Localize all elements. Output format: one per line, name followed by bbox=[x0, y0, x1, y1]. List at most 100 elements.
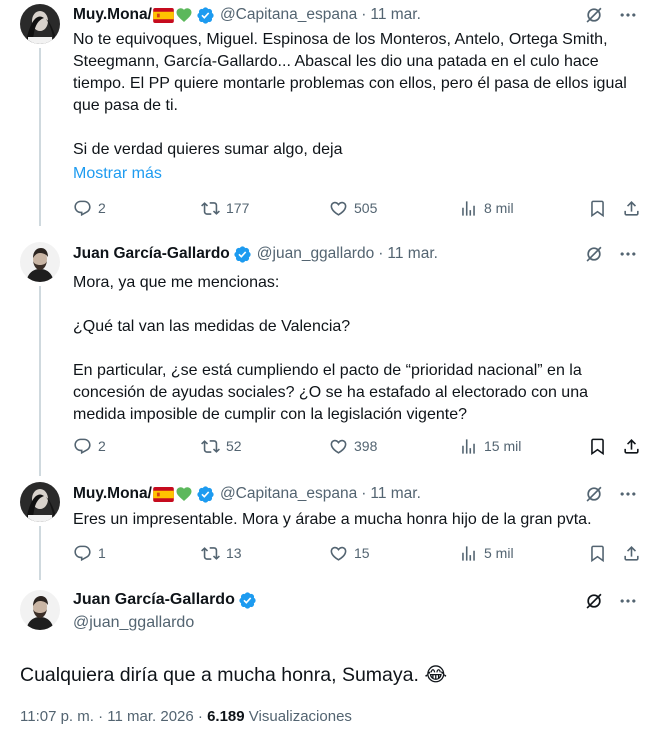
more-icon[interactable] bbox=[618, 484, 638, 504]
author-handle[interactable]: @juan_ggallardo bbox=[257, 245, 374, 263]
share-icon bbox=[622, 199, 641, 218]
author-handle[interactable]: @juan_ggallardo bbox=[73, 612, 257, 634]
retweet-button[interactable]: 13 bbox=[201, 541, 242, 565]
grok-icon[interactable] bbox=[584, 484, 604, 504]
author-name[interactable]: Juan García-Gallardo bbox=[73, 245, 230, 263]
tweet-top-actions bbox=[584, 5, 638, 25]
bookmark-icon bbox=[588, 544, 607, 563]
tweet-paragraph: No te equivoques, Miguel. Espinosa de lo… bbox=[73, 31, 627, 114]
thread-line bbox=[39, 48, 41, 226]
more-icon[interactable] bbox=[618, 5, 638, 25]
avatar[interactable] bbox=[20, 4, 60, 44]
tweet-paragraph: Eres un impresentable. Mora y árabe a mu… bbox=[73, 511, 592, 528]
author-name-row[interactable]: Juan García-Gallardo bbox=[73, 589, 257, 611]
views-icon bbox=[459, 544, 478, 563]
verified-badge-icon[interactable] bbox=[196, 6, 215, 25]
share-button[interactable] bbox=[622, 434, 641, 458]
retweet-button[interactable]: 177 bbox=[201, 196, 249, 220]
reply-button[interactable]: 2 bbox=[73, 434, 106, 458]
tweet-date[interactable]: 11 mar. bbox=[370, 6, 421, 24]
tweet-time[interactable]: 11:07 p. m. bbox=[20, 708, 94, 725]
share-icon bbox=[622, 437, 641, 456]
grok-icon[interactable] bbox=[584, 591, 604, 611]
tweet-paragraph: ¿Qué tal van las medidas de Valencia? bbox=[73, 318, 351, 335]
separator-dot: · bbox=[98, 708, 108, 725]
retweet-count: 52 bbox=[226, 438, 242, 454]
reply-button[interactable]: 2 bbox=[73, 196, 106, 220]
share-button[interactable] bbox=[622, 541, 641, 565]
thread-line bbox=[39, 526, 41, 580]
views-icon bbox=[459, 199, 478, 218]
views-count: 6.189 bbox=[207, 708, 245, 725]
green-heart-icon bbox=[175, 6, 193, 24]
action-bar: 1 13 15 5 mil bbox=[73, 541, 642, 565]
separator-dot: · bbox=[361, 485, 367, 502]
main-tweet-text: Cualquiera diría que a mucha honra, Suma… bbox=[20, 664, 448, 686]
reply-button[interactable]: 1 bbox=[73, 541, 106, 565]
verified-badge-icon[interactable] bbox=[196, 485, 215, 504]
share-button[interactable] bbox=[622, 196, 641, 220]
like-count: 398 bbox=[354, 438, 378, 454]
separator-dot: · bbox=[378, 245, 384, 262]
reply-icon bbox=[73, 544, 92, 563]
like-button[interactable]: 505 bbox=[329, 196, 377, 220]
share-icon bbox=[622, 544, 641, 563]
bookmark-button[interactable] bbox=[588, 434, 607, 458]
author-name[interactable]: Juan García-Gallardo bbox=[73, 591, 235, 609]
views-label: Visualizaciones bbox=[248, 708, 352, 725]
retweet-count: 13 bbox=[226, 545, 242, 561]
views-button[interactable]: 8 mil bbox=[459, 196, 514, 220]
reply-count: 2 bbox=[98, 438, 106, 454]
author-handle[interactable]: @Capitana_espana bbox=[220, 6, 357, 24]
reply-icon bbox=[73, 437, 92, 456]
grok-icon[interactable] bbox=[584, 244, 604, 264]
more-icon[interactable] bbox=[618, 591, 638, 611]
tweet-date[interactable]: 11 mar. bbox=[387, 245, 438, 263]
verified-badge-icon[interactable] bbox=[238, 591, 257, 610]
more-icon[interactable] bbox=[618, 244, 638, 264]
like-button[interactable]: 398 bbox=[329, 434, 377, 458]
tweet-paragraph: Mora, ya que me mencionas: bbox=[73, 274, 280, 291]
tweet-date[interactable]: 11 mar. bbox=[370, 485, 421, 503]
action-bar: 2 52 398 15 mil bbox=[73, 434, 642, 458]
bookmark-button[interactable] bbox=[588, 196, 607, 220]
tweet-date[interactable]: 11 mar. 2026 bbox=[107, 708, 193, 725]
reply-count: 1 bbox=[98, 545, 106, 561]
views-count: 5 mil bbox=[484, 545, 514, 561]
avatar[interactable] bbox=[20, 242, 60, 282]
retweet-icon bbox=[201, 437, 220, 456]
like-count: 505 bbox=[354, 200, 378, 216]
reply-count: 2 bbox=[98, 200, 106, 216]
tweet-top-actions bbox=[584, 244, 638, 264]
author-name[interactable]: Muy.Mona/ bbox=[73, 485, 152, 503]
spain-flag-icon bbox=[153, 8, 174, 23]
main-tweet-header: Juan García-Gallardo @juan_ggallardo bbox=[73, 589, 257, 634]
views-button[interactable]: 15 mil bbox=[459, 434, 521, 458]
tweet-paragraph: En particular, ¿se está cumpliendo el pa… bbox=[73, 362, 588, 423]
avatar[interactable] bbox=[20, 482, 60, 522]
views-count: 8 mil bbox=[484, 200, 514, 216]
retweet-button[interactable]: 52 bbox=[201, 434, 242, 458]
author-name[interactable]: Muy.Mona/ bbox=[73, 6, 152, 24]
separator-dot: · bbox=[197, 708, 208, 725]
tweet-header: Juan García-Gallardo @juan_ggallardo · 1… bbox=[73, 244, 586, 264]
retweet-count: 177 bbox=[226, 200, 250, 216]
bookmark-icon bbox=[588, 199, 607, 218]
avatar[interactable] bbox=[20, 590, 60, 630]
tweet-text: No te equivoques, Miguel. Espinosa de lo… bbox=[73, 29, 632, 185]
like-icon bbox=[329, 437, 348, 456]
tweet-header: Muy.Mona/ @Capitana_espana · 11 mar. bbox=[73, 5, 586, 25]
grok-icon[interactable] bbox=[584, 5, 604, 25]
show-more-link[interactable]: Mostrar más bbox=[73, 163, 632, 185]
spain-flag-icon bbox=[153, 487, 174, 502]
author-handle[interactable]: @Capitana_espana bbox=[220, 485, 357, 503]
verified-badge-icon[interactable] bbox=[233, 245, 252, 264]
like-button[interactable]: 15 bbox=[329, 541, 370, 565]
thread-line bbox=[39, 286, 41, 476]
tweet-header: Muy.Mona/ @Capitana_espana · 11 mar. bbox=[73, 484, 586, 504]
action-bar: 2 177 505 8 mil bbox=[73, 196, 642, 220]
retweet-icon bbox=[201, 199, 220, 218]
separator-dot: · bbox=[361, 6, 367, 23]
bookmark-button[interactable] bbox=[588, 541, 607, 565]
views-button[interactable]: 5 mil bbox=[459, 541, 514, 565]
